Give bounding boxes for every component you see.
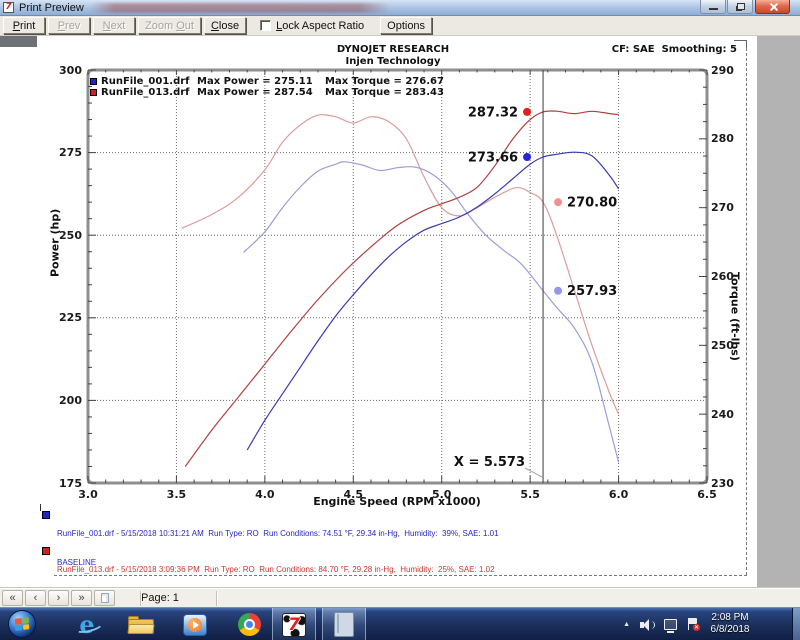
calculator-app-button[interactable] xyxy=(322,608,366,640)
legend-max-power: Max Power = 287.54 xyxy=(197,87,325,98)
window-title: Print Preview xyxy=(19,2,84,14)
next-button[interactable]: Next xyxy=(93,17,135,34)
workspace-background xyxy=(757,36,800,588)
svg-text:273.66: 273.66 xyxy=(468,151,518,166)
curve xyxy=(185,111,618,467)
marker-dot xyxy=(554,287,562,295)
svg-text:287.32: 287.32 xyxy=(468,105,518,120)
volume-icon[interactable] xyxy=(640,619,654,631)
text-caret-mark xyxy=(40,504,41,511)
print-preview-page: DYNOJET RESEARCH Injen Technology CF: SA… xyxy=(0,36,800,588)
first-page-button[interactable]: « xyxy=(2,590,23,606)
legend-swatch-blue xyxy=(90,78,97,85)
file-explorer-button[interactable] xyxy=(124,608,158,640)
taskbar-clock[interactable]: 2:08 PM 6/8/2018 xyxy=(702,612,758,636)
correction-factor-label: CF: SAE Smoothing: 5 xyxy=(612,44,737,55)
restore-button[interactable] xyxy=(727,0,753,14)
next-page-button[interactable]: › xyxy=(48,590,69,606)
statusbar-separator xyxy=(140,591,142,606)
options-button[interactable]: Options xyxy=(380,17,432,34)
legend-row: RunFile_013.drf Max Power = 287.54 Max T… xyxy=(90,87,444,98)
cursor-x-label: X = 5.573 xyxy=(443,455,525,470)
screen: { "window": { "title": "Print Preview" }… xyxy=(0,0,800,640)
legend-file: RunFile_013.drf xyxy=(101,87,197,98)
last-page-button[interactable]: » xyxy=(71,590,92,606)
legend-swatch-red xyxy=(90,89,97,96)
minimize-button[interactable] xyxy=(700,0,726,14)
legend-max-power: Max Power = 275.11 xyxy=(197,76,325,87)
prev-page-button[interactable]: ‹ xyxy=(25,590,46,606)
chart-subtitle: Injen Technology xyxy=(0,56,786,67)
clock-time: 2:08 PM xyxy=(702,612,758,624)
legend-file: RunFile_001.drf xyxy=(101,76,197,87)
chrome-icon xyxy=(238,613,261,636)
run1-swatch xyxy=(42,511,50,519)
run2-swatch xyxy=(42,547,50,555)
media-player-button[interactable] xyxy=(178,608,212,640)
lock-aspect-ratio-checkbox[interactable] xyxy=(260,20,271,31)
curve xyxy=(247,152,618,450)
page-margin-right xyxy=(746,48,747,575)
folder-icon xyxy=(128,616,154,634)
marker-dot xyxy=(554,198,562,206)
hidden-icons-button[interactable]: ▲ xyxy=(623,621,630,628)
page-icon xyxy=(101,593,109,603)
curve xyxy=(182,115,619,415)
legend-row: RunFile_001.drf Max Power = 275.11 Max T… xyxy=(90,76,444,87)
run2-line1: RunFile_013.drf - 5/15/2018 3:09:36 PM R… xyxy=(57,565,495,575)
calculator-icon xyxy=(334,612,354,637)
chrome-button[interactable] xyxy=(232,608,266,640)
lock-aspect-ratio-label: Lock Aspect Ratio xyxy=(276,20,364,32)
clock-date: 6/8/2018 xyxy=(702,624,758,636)
legend-max-torque: Max Torque = 283.43 xyxy=(325,87,444,98)
page-indicator: Page: 1 xyxy=(141,592,179,604)
media-player-icon xyxy=(183,614,207,636)
show-desktop-button[interactable] xyxy=(792,608,800,640)
winpep-app-button[interactable]: 7 xyxy=(272,608,316,640)
app-icon: 7 xyxy=(3,2,14,13)
action-center-flag-icon[interactable]: ✕ xyxy=(687,618,700,631)
windows-logo-icon xyxy=(15,617,30,631)
start-button[interactable] xyxy=(8,610,36,638)
titlebar-watermark xyxy=(90,3,390,13)
close-preview-button[interactable]: Close xyxy=(204,17,246,34)
system-tray: ▲ ✕ xyxy=(623,608,700,640)
chart-plot[interactable]: 287.32 273.66 270.80 257.93 xyxy=(85,67,710,486)
marker-dot xyxy=(523,108,531,116)
zoom-out-button[interactable]: Zoom Out xyxy=(138,17,201,34)
network-icon[interactable] xyxy=(664,619,677,630)
minimize-icon xyxy=(709,8,718,10)
toolbar: Print Prev Next Zoom Out Close Lock Aspe… xyxy=(0,16,800,36)
close-window-button[interactable] xyxy=(755,0,790,14)
page-margin-corner xyxy=(734,40,747,48)
statusbar-separator xyxy=(216,591,218,606)
winpep-7-icon: 7 xyxy=(282,613,306,637)
lock-aspect-ratio-group: Lock Aspect Ratio xyxy=(260,20,364,32)
internet-explorer-icon: e xyxy=(79,613,94,637)
print-button[interactable]: Print xyxy=(3,17,45,34)
marker-dot xyxy=(523,153,531,161)
statusbar: « ‹ › » Page: 1 xyxy=(0,588,800,607)
svg-text:257.93: 257.93 xyxy=(567,284,617,299)
page-setup-button[interactable] xyxy=(94,590,115,606)
restore-icon xyxy=(737,3,745,10)
run1-line1: RunFile_001.drf - 5/15/2018 10:31:21 AM … xyxy=(57,529,499,539)
taskbar: e 7 ▲ ✕ 2:08 PM 6/8/2018 xyxy=(0,607,800,640)
internet-explorer-button[interactable]: e xyxy=(70,608,104,640)
chart-legend: RunFile_001.drf Max Power = 275.11 Max T… xyxy=(90,76,444,98)
titlebar[interactable]: 7 Print Preview xyxy=(0,0,800,16)
svg-text:270.80: 270.80 xyxy=(567,196,617,211)
legend-max-torque: Max Torque = 276.67 xyxy=(325,76,444,87)
prev-button[interactable]: Prev xyxy=(48,17,90,34)
